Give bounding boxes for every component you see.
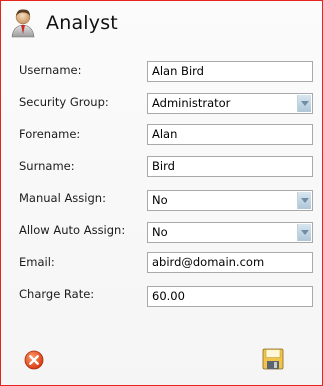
charge-rate-field[interactable]: 60.00 [147, 286, 313, 307]
analyst-panel: Analyst Username: Alan Bird Security Gro… [0, 0, 323, 386]
auto-assign-select[interactable]: No [147, 222, 313, 243]
chevron-down-icon [301, 101, 309, 106]
surname-label: Surname: [19, 159, 75, 173]
surname-field[interactable]: Bird [147, 156, 313, 177]
save-button[interactable] [261, 347, 285, 371]
manual-assign-value: No [152, 193, 168, 207]
auto-assign-label: Allow Auto Assign: [19, 223, 126, 237]
page-title: Analyst [46, 12, 118, 34]
username-label: Username: [19, 63, 82, 77]
cancel-button[interactable] [24, 350, 44, 370]
security-group-value: Administrator [152, 96, 231, 110]
forename-label: Forename: [19, 127, 81, 141]
security-group-select[interactable]: Administrator [147, 93, 313, 114]
forename-field[interactable]: Alan [147, 124, 313, 145]
manual-assign-select[interactable]: No [147, 190, 313, 211]
username-field[interactable]: Alan Bird [147, 61, 313, 82]
email-label: Email: [19, 255, 55, 269]
chevron-down-icon [301, 230, 309, 235]
manual-assign-dropdown-button[interactable] [297, 192, 311, 209]
charge-rate-label: Charge Rate: [19, 287, 95, 301]
chevron-down-icon [301, 198, 309, 203]
user-icon [11, 9, 35, 38]
manual-assign-label: Manual Assign: [19, 191, 106, 205]
auto-assign-value: No [152, 225, 168, 239]
save-icon [262, 348, 284, 370]
security-group-label: Security Group: [19, 95, 109, 109]
auto-assign-dropdown-button[interactable] [297, 224, 311, 241]
panel-header: Analyst [10, 6, 118, 40]
security-group-dropdown-button[interactable] [297, 95, 311, 112]
email-field[interactable]: abird@domain.com [147, 252, 313, 273]
close-icon [24, 350, 44, 370]
